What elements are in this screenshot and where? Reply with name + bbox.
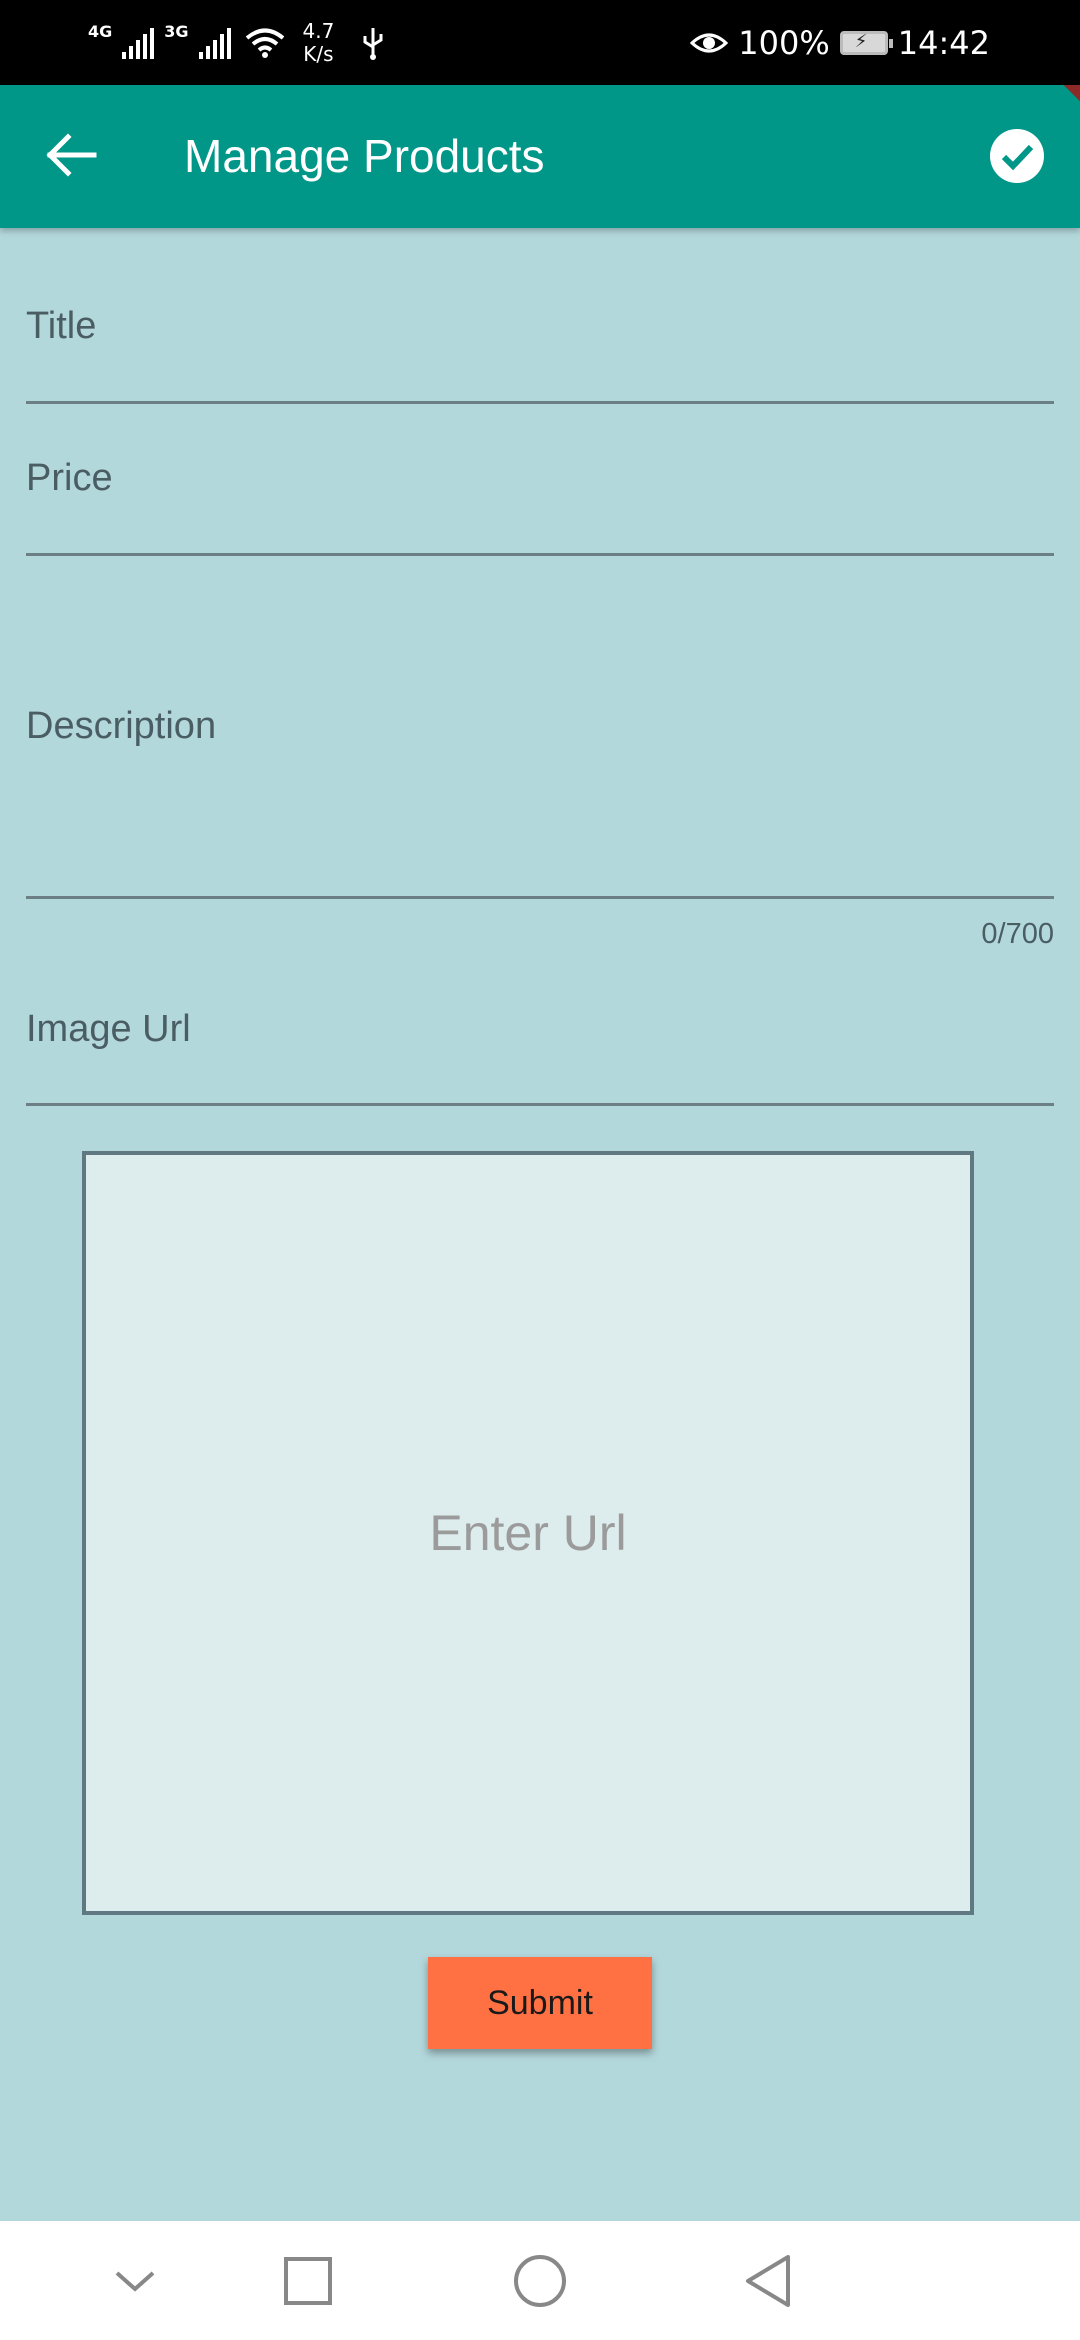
signal-icon: [122, 27, 155, 59]
eye-comfort-icon: [690, 33, 729, 52]
description-field-underline: [26, 896, 1054, 899]
image-preview-placeholder: Enter Url: [429, 1505, 627, 1561]
clock: 14:42: [897, 23, 990, 62]
network-type-2: 3G: [164, 22, 189, 41]
battery-icon: ⚡: [839, 30, 893, 55]
network-speed: 4.7 K/s: [302, 18, 335, 66]
app-bar: Manage Products: [0, 85, 1080, 228]
description-field[interactable]: Description: [26, 565, 1054, 901]
description-char-counter: 0/700: [981, 918, 1054, 950]
title-field[interactable]: Title: [26, 260, 1054, 406]
image-url-field-underline: [26, 1103, 1054, 1106]
signal-icon: [198, 27, 231, 59]
image-url-field-label: Image Url: [26, 1008, 191, 1050]
speed-unit: K/s: [303, 41, 334, 66]
network-type-1: 4G: [88, 22, 113, 41]
price-field[interactable]: Price: [26, 412, 1054, 558]
title-field-underline: [26, 401, 1054, 404]
speed-value: 4.7: [302, 18, 335, 43]
system-nav-bar: [0, 2221, 1080, 2340]
check-circle-icon: [1001, 144, 1034, 171]
submit-button[interactable]: Submit: [428, 1957, 652, 2049]
save-button[interactable]: [990, 129, 1044, 183]
page-title: Manage Products: [184, 130, 545, 182]
chevron-down-icon[interactable]: [97, 2243, 173, 2319]
home-circle-icon[interactable]: [502, 2243, 578, 2319]
image-url-field[interactable]: Image Url: [26, 968, 1054, 1108]
recents-square-icon[interactable]: [270, 2243, 346, 2319]
image-preview: Enter Url: [82, 1151, 974, 1915]
usb-icon: [363, 27, 383, 60]
status-bar: 4G 3G 4.7 K/s 100% ⚡ 14:42: [0, 0, 1080, 85]
wifi-icon: [245, 28, 284, 58]
network-indicators: 4G 3G 4.7 K/s: [88, 0, 384, 85]
price-field-label: Price: [26, 457, 113, 499]
status-right: 100% ⚡ 14:42: [690, 0, 990, 85]
description-field-label: Description: [26, 705, 217, 747]
battery-percent: 100%: [738, 23, 830, 62]
price-field-underline: [26, 553, 1054, 556]
title-field-label: Title: [26, 305, 97, 347]
back-triangle-icon[interactable]: [730, 2243, 806, 2319]
arrow-back-icon[interactable]: [42, 125, 102, 185]
